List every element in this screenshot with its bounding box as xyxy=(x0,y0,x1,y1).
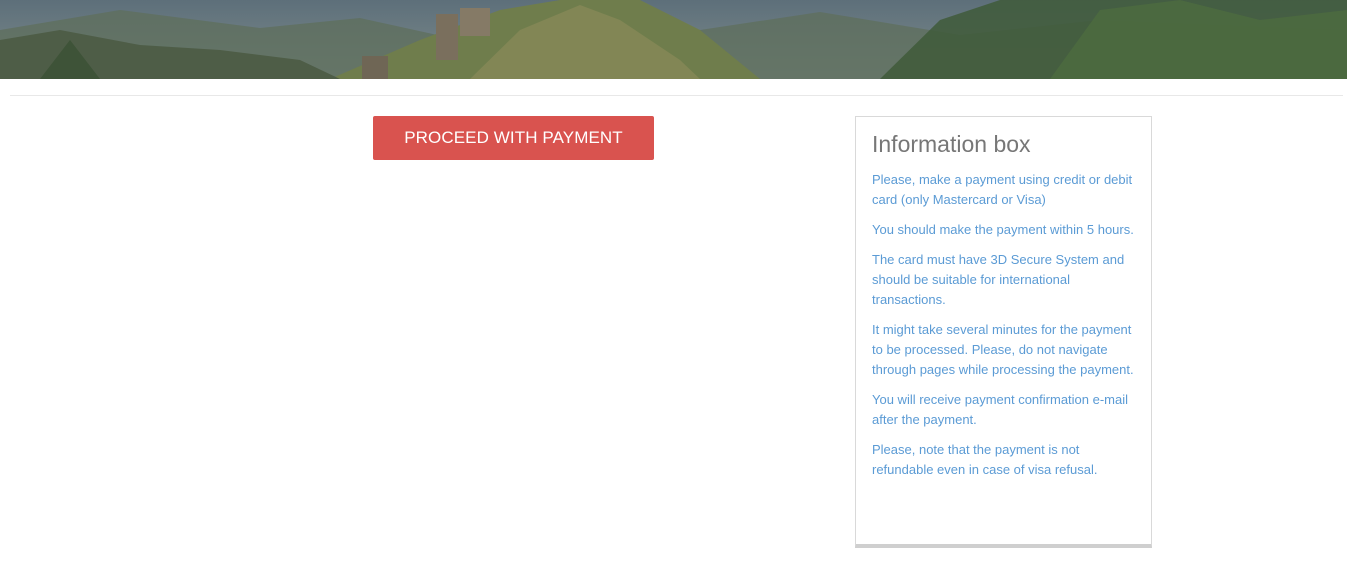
info-item: Please, make a payment using credit or d… xyxy=(872,172,1133,207)
info-item: You should make the payment within 5 hou… xyxy=(872,222,1134,237)
mountain-landscape-image xyxy=(0,0,1347,79)
information-list: Please, make a payment using credit or d… xyxy=(872,170,1140,490)
proceed-with-payment-button[interactable]: PROCEED WITH PAYMENT xyxy=(373,116,654,160)
header-divider xyxy=(10,95,1343,96)
info-item: The card must have 3D Secure System and … xyxy=(872,252,1125,307)
information-box-title: Information box xyxy=(872,131,1031,157)
info-item: It might take several minutes for the pa… xyxy=(872,322,1134,377)
information-box: Information box Please, make a payment u… xyxy=(855,116,1152,548)
info-item: Please, note that the payment is not ref… xyxy=(872,442,1098,477)
header-banner-image xyxy=(0,0,1347,79)
info-item: You will receive payment confirmation e-… xyxy=(872,392,1129,427)
